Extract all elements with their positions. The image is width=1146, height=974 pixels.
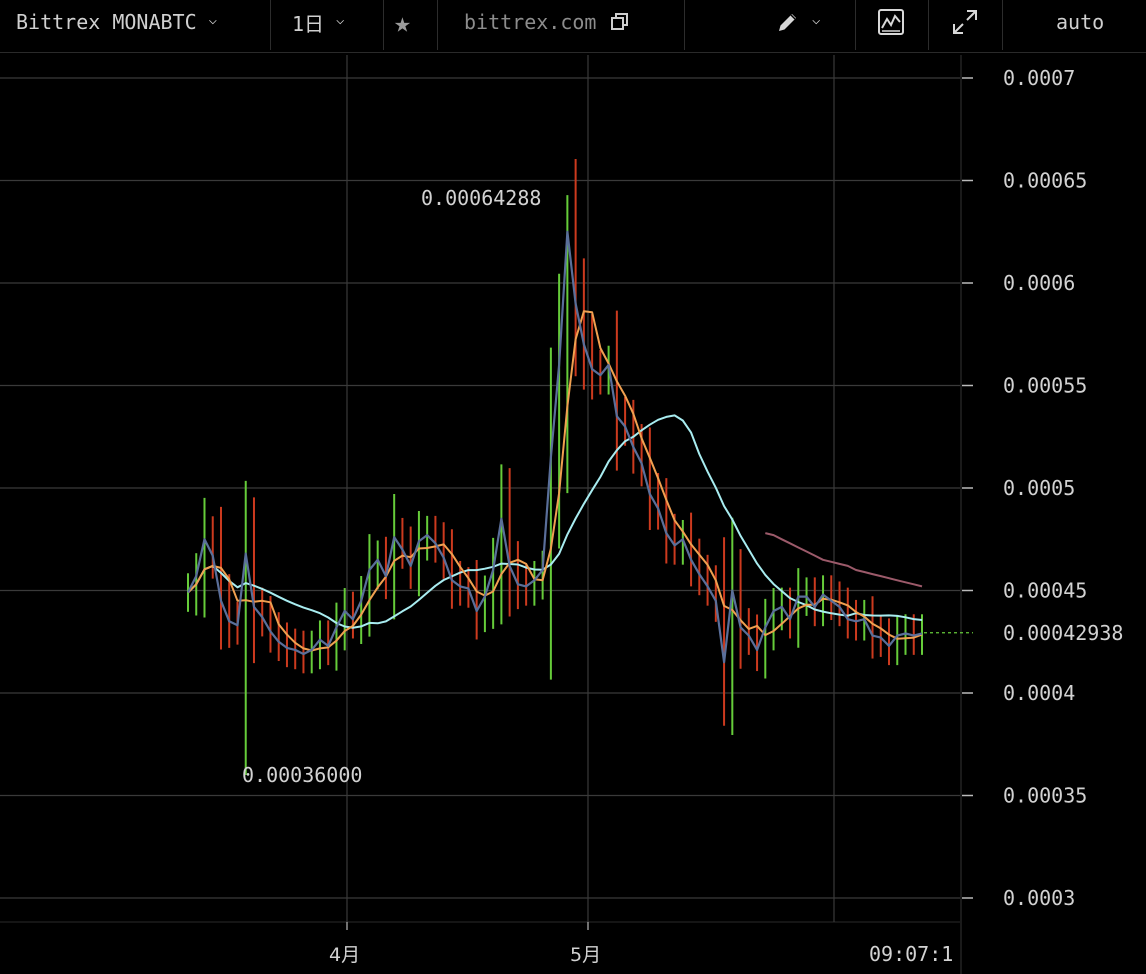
price-tick-label: 0.0004 (1003, 681, 1075, 705)
price-chart[interactable]: 0.00070.000650.00060.000550.00050.000450… (0, 0, 1146, 974)
moving-averages (187, 230, 923, 664)
ma-fast-line (187, 230, 923, 664)
annotations: 0.00064288 0.00036000 0.00042938 (242, 186, 1123, 787)
price-tick-label: 0.00035 (1003, 784, 1087, 808)
time-axis: 4月 5月 09:07:1 (329, 922, 953, 966)
price-tick-label: 0.0005 (1003, 476, 1075, 500)
price-axis: 0.0007 0.00065 0.0006 0.00055 0.0005 0.00045 0… (960, 55, 1087, 974)
price-tick-label: 0.00065 (1003, 169, 1087, 193)
price-tick-label: 0.0007 (1003, 66, 1075, 90)
ma-mid-line (187, 310, 923, 652)
candles (187, 158, 923, 775)
high-price-label: 0.00064288 (421, 186, 541, 210)
low-price-label: 0.00036000 (242, 763, 362, 787)
time-crosshair-label: 09:07:1 (869, 942, 953, 966)
current-price-label: 0.00042938 (1003, 621, 1123, 645)
price-tick-label: 0.00055 (1003, 374, 1087, 398)
time-tick-label: 5月 (570, 944, 601, 966)
time-tick-label: 4月 (329, 944, 360, 966)
price-tick-label: 0.00045 (1003, 579, 1087, 603)
ma-long-line (765, 532, 923, 588)
price-tick-label: 0.0003 (1003, 886, 1075, 910)
price-tick-label: 0.0006 (1003, 271, 1075, 295)
